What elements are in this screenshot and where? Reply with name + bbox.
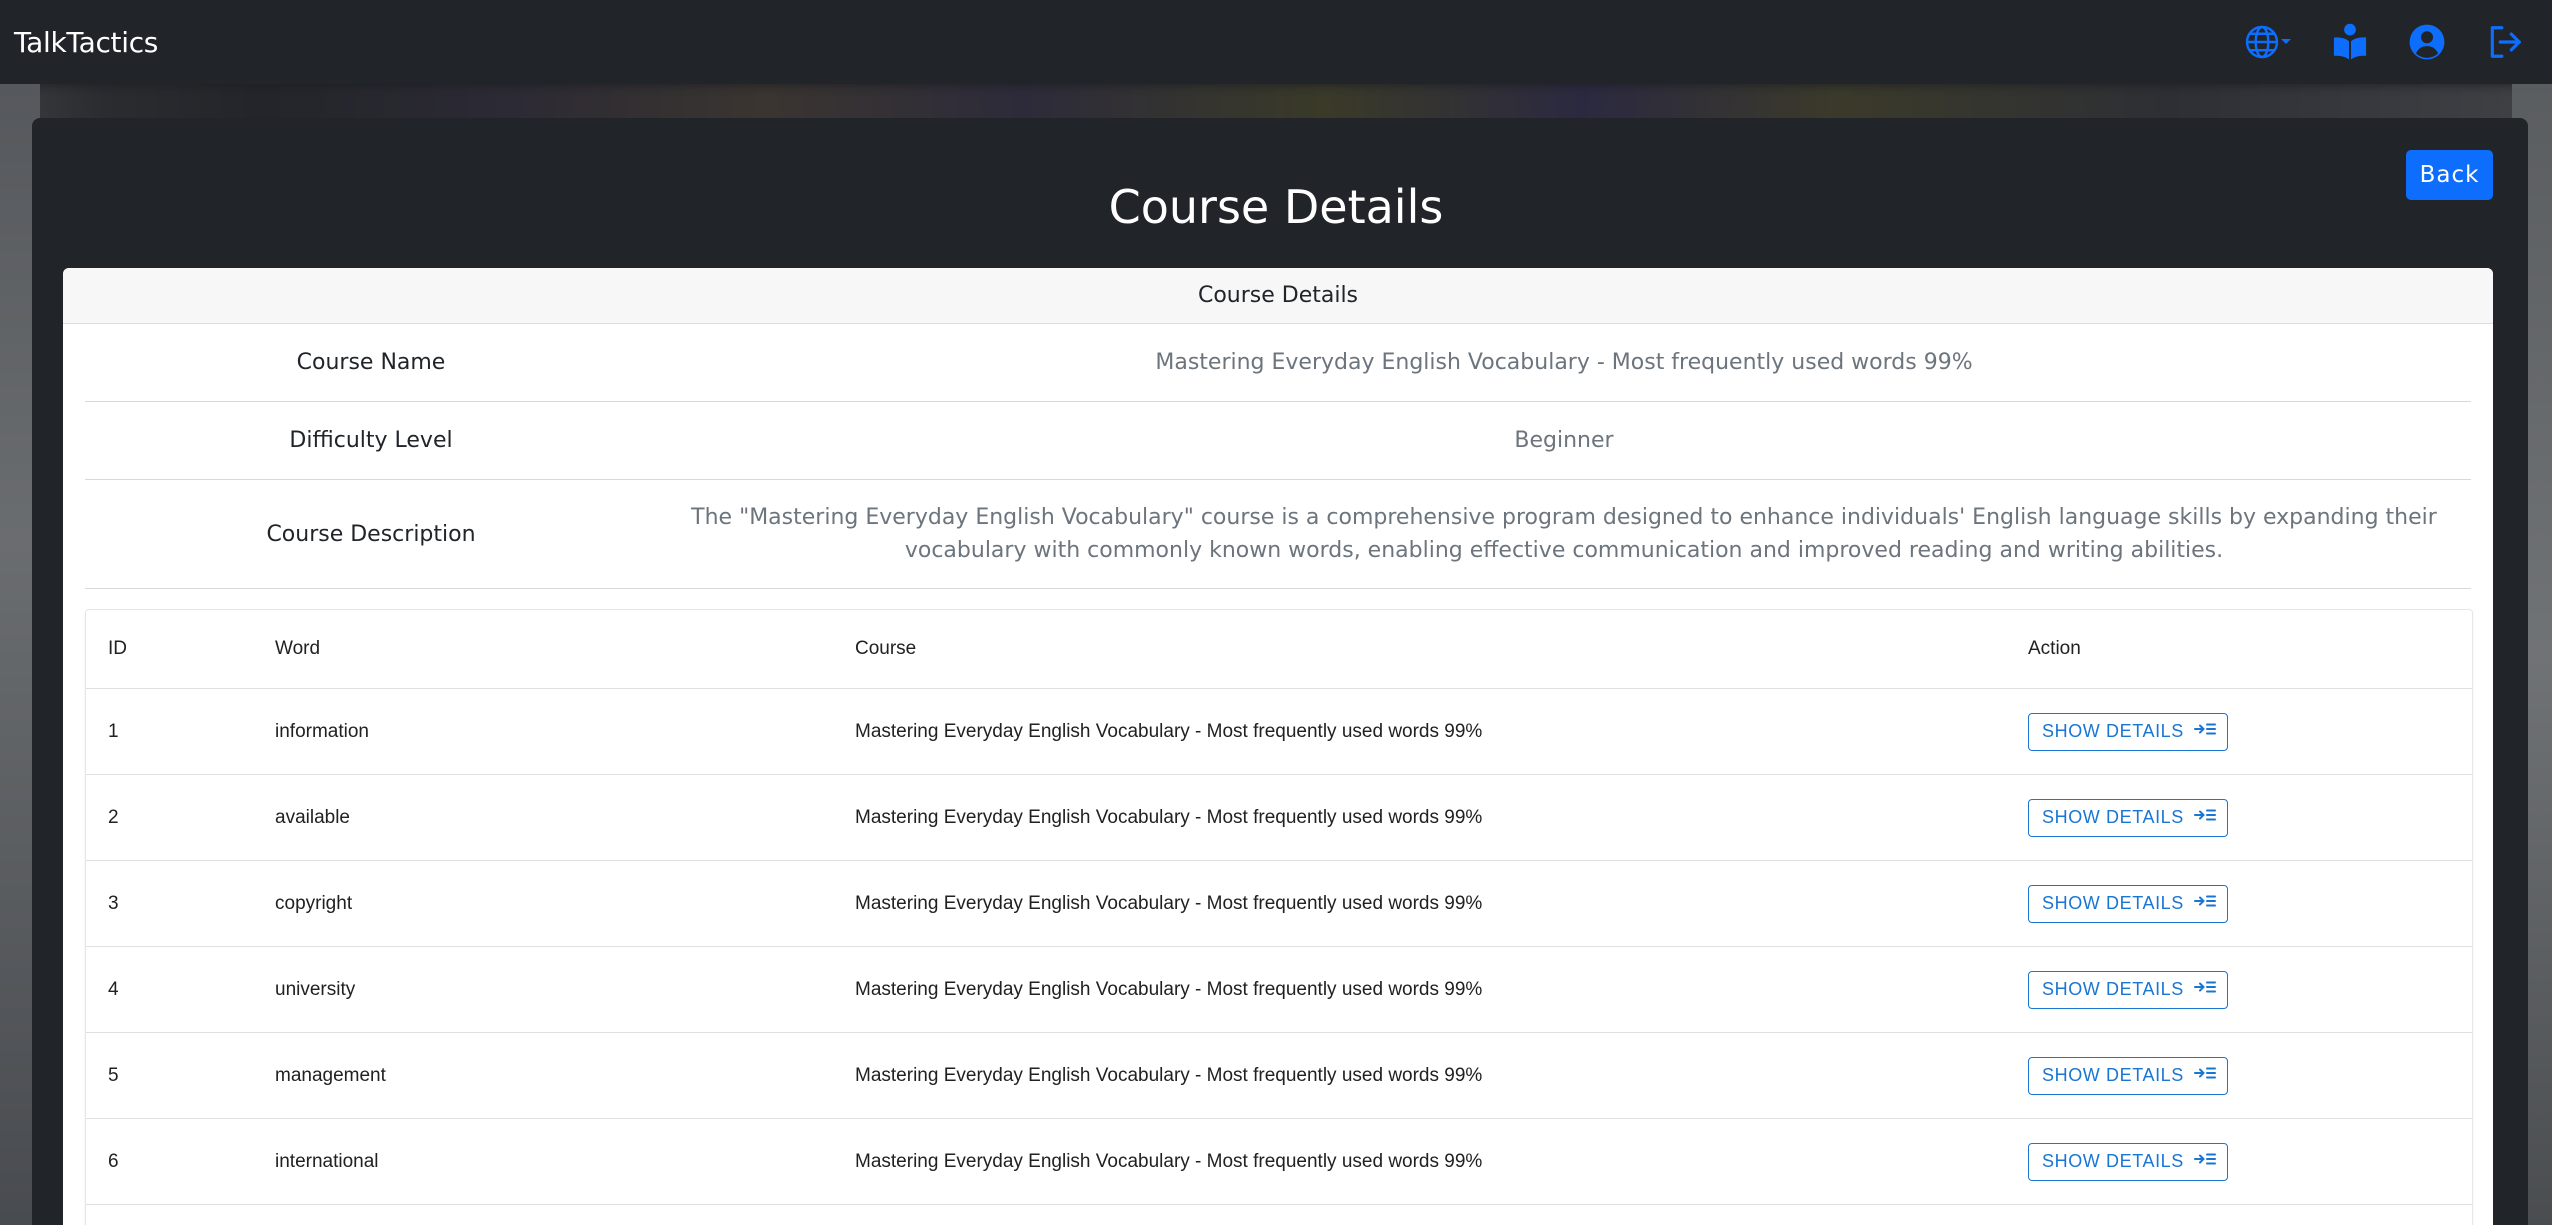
- arrow-list-icon: [2193, 721, 2216, 742]
- course-name-label: Course Name: [296, 350, 446, 375]
- action-cell: SHOW DETAILS: [2028, 946, 2472, 1033]
- globe-icon: [2244, 24, 2280, 60]
- word-id-cell: 4: [86, 946, 275, 1033]
- show-details-button[interactable]: SHOW DETAILS: [2028, 970, 2228, 1009]
- word-id-cell: 2: [86, 774, 275, 861]
- show-details-button[interactable]: SHOW DETAILS: [2028, 1056, 2228, 1095]
- column-header-word: Word: [275, 610, 855, 689]
- course-description-row: Course Description The "Mastering Everyd…: [85, 480, 2471, 589]
- course-cell: Mastering Everyday English Vocabulary - …: [855, 688, 2028, 775]
- top-navbar: TalkTactics: [0, 0, 2552, 84]
- course-cell: Mastering Everyday English Vocabulary - …: [855, 860, 2028, 947]
- navbar-icons: [2244, 23, 2538, 61]
- word-cell: university: [275, 946, 855, 1033]
- course-cell: Mastering Everyday English Vocabulary - …: [855, 774, 2028, 861]
- table-header-row: ID Word Course Action: [86, 610, 2472, 689]
- user-circle-icon: [2408, 23, 2446, 61]
- action-cell: SHOW DETAILS: [2028, 1032, 2472, 1119]
- action-cell: SHOW DETAILS: [2028, 688, 2472, 775]
- arrow-list-icon: [2193, 1065, 2216, 1086]
- show-details-label: SHOW DETAILS: [2042, 721, 2184, 741]
- logout-icon: [2486, 23, 2524, 61]
- table-row: 5 management Mastering Everyday English Vo…: [86, 1032, 2472, 1119]
- course-name-value: Mastering Everyday English Vocabulary - …: [1155, 350, 1973, 375]
- logout-button[interactable]: [2486, 23, 2524, 61]
- difficulty-level-row: Difficulty Level Beginner: [85, 402, 2471, 480]
- show-details-label: SHOW DETAILS: [2042, 807, 2184, 827]
- card-header: Course Details: [63, 268, 2493, 324]
- show-details-label: SHOW DETAILS: [2042, 893, 2184, 913]
- language-dropdown[interactable]: [2244, 24, 2292, 60]
- word-cell: copyright: [275, 860, 855, 947]
- table-row: 1 information Mastering Everyday English V…: [86, 688, 2472, 775]
- table-row: 4 university Mastering Everyday English Vo…: [86, 946, 2472, 1033]
- chevron-down-icon: [2280, 37, 2292, 47]
- course-name-row: Course Name Mastering Everyday English V…: [85, 324, 2471, 402]
- column-header-action: Action: [2028, 610, 2472, 689]
- action-cell: SHOW DETAILS: [2028, 774, 2472, 861]
- courses-link[interactable]: [2332, 23, 2368, 61]
- action-cell: SHOW DETAILS: [2028, 1118, 2472, 1205]
- word-cell: information: [275, 688, 855, 775]
- arrow-list-icon: [2193, 1151, 2216, 1172]
- show-details-button[interactable]: SHOW DETAILS: [2028, 712, 2228, 751]
- difficulty-level-label: Difficulty Level: [289, 428, 453, 453]
- action-cell: SHOW DETAILS: [2028, 860, 2472, 947]
- show-details-label: SHOW DETAILS: [2042, 1151, 2184, 1171]
- column-header-course: Course: [855, 610, 2028, 689]
- words-table: ID Word Course Action 1 information Master…: [86, 610, 2472, 1205]
- words-table-container: ID Word Course Action 1 information Master…: [85, 609, 2473, 1225]
- word-cell: international: [275, 1118, 855, 1205]
- profile-link[interactable]: [2408, 23, 2446, 61]
- word-id-cell: 5: [86, 1032, 275, 1119]
- table-row: 3 copyright Mastering Everyday English Voc…: [86, 860, 2472, 947]
- reading-book-icon: [2332, 23, 2368, 61]
- course-description-label: Course Description: [266, 521, 476, 547]
- brand-logo[interactable]: TalkTactics: [14, 26, 158, 59]
- course-cell: Mastering Everyday English Vocabulary - …: [855, 946, 2028, 1033]
- word-cell: management: [275, 1032, 855, 1119]
- difficulty-level-value: Beginner: [1514, 428, 1614, 453]
- show-details-button[interactable]: SHOW DETAILS: [2028, 884, 2228, 923]
- arrow-list-icon: [2193, 807, 2216, 828]
- page-title: Course Details: [1108, 180, 1444, 234]
- show-details-label: SHOW DETAILS: [2042, 979, 2184, 999]
- course-cell: Mastering Everyday English Vocabulary - …: [855, 1118, 2028, 1205]
- show-details-label: SHOW DETAILS: [2042, 1065, 2184, 1085]
- word-cell: available: [275, 774, 855, 861]
- course-details-card: Course Details Course Name Mastering Eve…: [63, 268, 2493, 1225]
- arrow-list-icon: [2193, 979, 2216, 1000]
- arrow-list-icon: [2193, 893, 2216, 914]
- show-details-button[interactable]: SHOW DETAILS: [2028, 1142, 2228, 1181]
- word-id-cell: 6: [86, 1118, 275, 1205]
- word-id-cell: 3: [86, 860, 275, 947]
- table-row: 6 international Mastering Everyday English…: [86, 1118, 2472, 1205]
- course-description-value: The "Mastering Everyday English Vocabula…: [691, 505, 2437, 563]
- course-info-table: Course Name Mastering Everyday English V…: [85, 324, 2471, 589]
- word-id-cell: 1: [86, 688, 275, 775]
- course-cell: Mastering Everyday English Vocabulary - …: [855, 1032, 2028, 1119]
- column-header-id: ID: [86, 610, 275, 689]
- table-row: 2 available Mastering Everyday English Voc…: [86, 774, 2472, 861]
- show-details-button[interactable]: SHOW DETAILS: [2028, 798, 2228, 837]
